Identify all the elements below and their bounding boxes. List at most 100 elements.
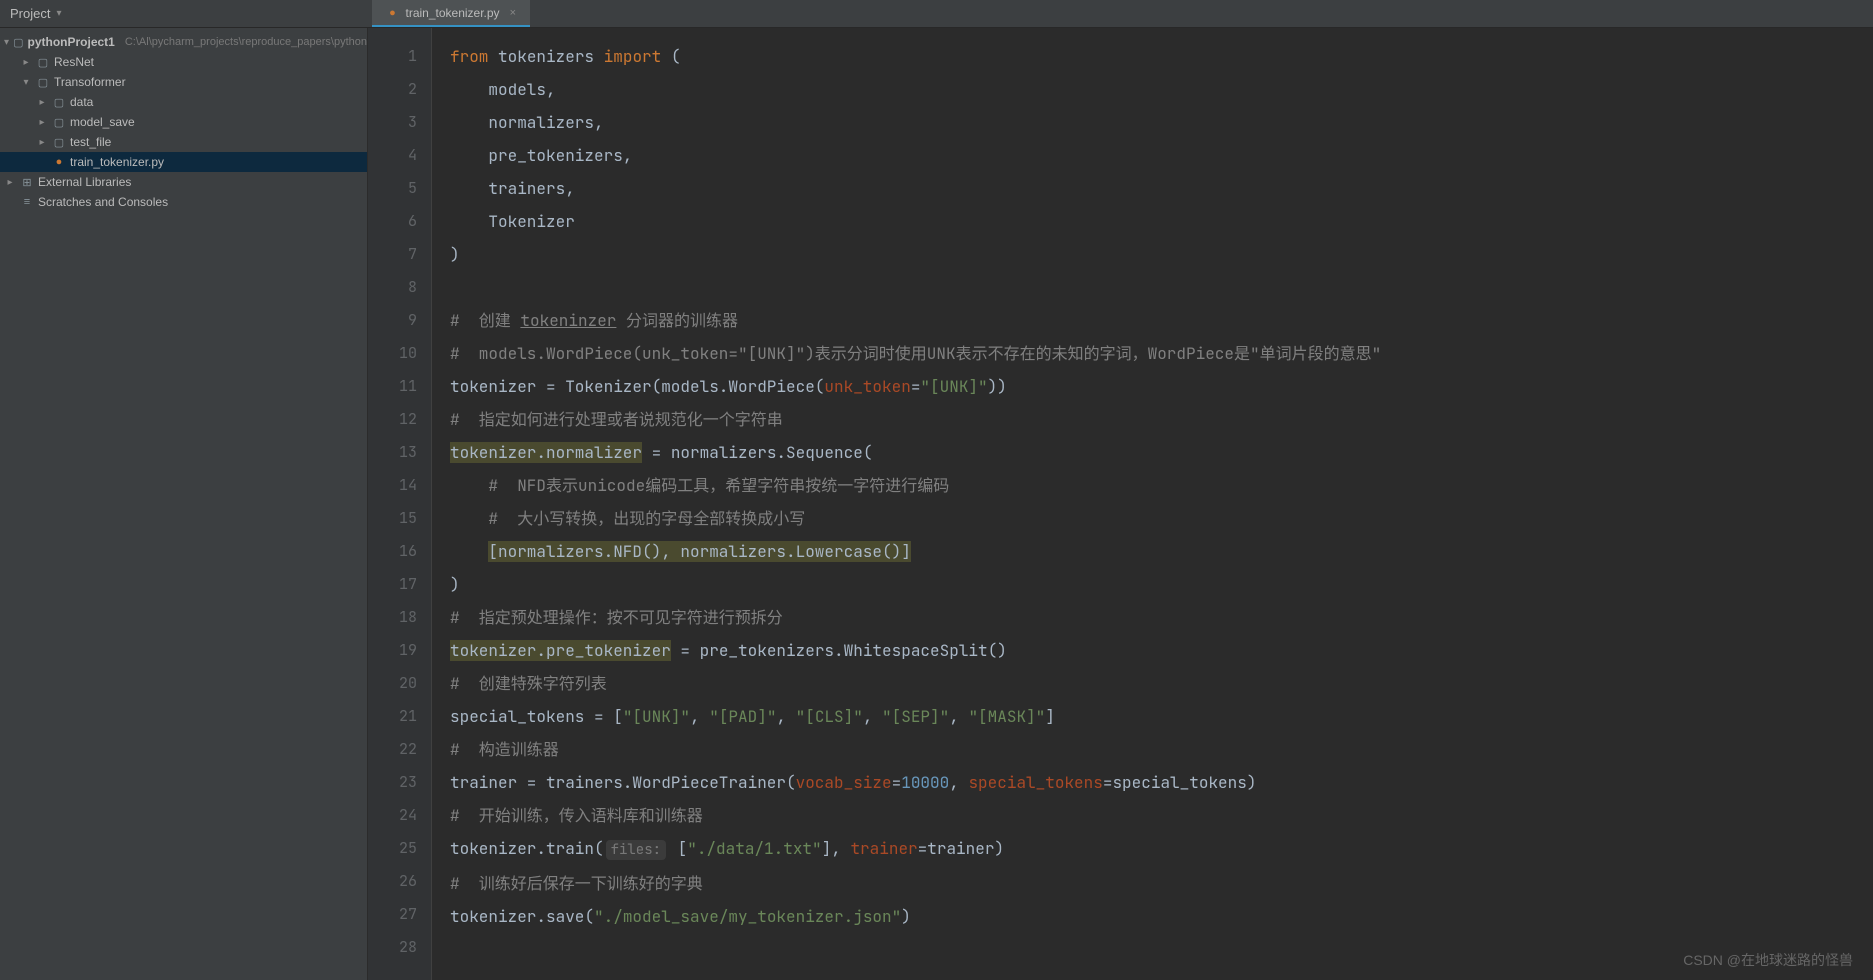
code-line: tokenizer.train(files: ["./data/1.txt"],… (450, 832, 1873, 867)
folder-icon: ▢ (36, 55, 50, 69)
code-line: tokenizer.pre_tokenizer = pre_tokenizers… (450, 634, 1873, 667)
gutter: 1 2 3 4 5 6 7 8 9 10 11 12 13 14 15 16 1… (368, 28, 432, 980)
tree-item-data[interactable]: ▢ data (0, 92, 367, 112)
code-line (450, 271, 1873, 304)
close-icon[interactable]: × (510, 7, 516, 19)
code-line: # 指定如何进行处理或者说规范化一个字符串 (450, 403, 1873, 436)
code-content[interactable]: from tokenizers import ( models, normali… (432, 28, 1873, 980)
tab-filename: train_tokenizer.py (406, 6, 500, 20)
folder-icon: ▢ (52, 115, 66, 129)
code-line: tokenizer.save("./model_save/my_tokenize… (450, 900, 1873, 933)
main: ▢ pythonProject1 C:\Al\pycharm_projects\… (0, 28, 1873, 980)
tree-root[interactable]: ▢ pythonProject1 C:\Al\pycharm_projects\… (0, 32, 367, 52)
chevron-right-icon[interactable] (20, 57, 32, 68)
tree-label: ResNet (54, 55, 94, 69)
line-number: 3 (368, 106, 417, 139)
folder-icon: ▢ (36, 75, 50, 89)
code-line: models, (450, 73, 1873, 106)
chevron-right-icon[interactable] (36, 117, 48, 128)
line-number: 20 (368, 667, 417, 700)
line-number: 28 (368, 931, 417, 964)
line-number: 7 (368, 238, 417, 271)
code-line: # 大小写转换，出现的字母全部转换成小写 (450, 502, 1873, 535)
chevron-down-icon[interactable] (4, 37, 9, 48)
tree-item-model-save[interactable]: ▢ model_save (0, 112, 367, 132)
line-number: 21 (368, 700, 417, 733)
line-number: 8 (368, 271, 417, 304)
code-line: # 开始训练，传入语料库和训练器 (450, 799, 1873, 832)
tree-label: model_save (70, 115, 135, 129)
code-line: ) (450, 568, 1873, 601)
line-number: 16 (368, 535, 417, 568)
library-icon: ⊞ (20, 175, 34, 189)
project-label-text: Project (10, 6, 50, 21)
project-tree: ▢ pythonProject1 C:\Al\pycharm_projects\… (0, 28, 368, 980)
line-number: 14 (368, 469, 417, 502)
tree-item-scratches[interactable]: ≡ Scratches and Consoles (0, 192, 367, 212)
tree-item-transformer[interactable]: ▢ Transoformer (0, 72, 367, 92)
line-number: 19 (368, 634, 417, 667)
chevron-down-icon: ▾ (56, 8, 61, 19)
code-line: tokenizer.normalizer = normalizers.Seque… (450, 436, 1873, 469)
line-number: 11 (368, 370, 417, 403)
tree-item-test-file[interactable]: ▢ test_file (0, 132, 367, 152)
project-tool-label[interactable]: Project ▾ (0, 6, 72, 21)
line-number: 23 (368, 766, 417, 799)
chevron-right-icon[interactable] (4, 177, 16, 188)
line-number: 25 (368, 832, 417, 865)
code-line: tokenizer = Tokenizer(models.WordPiece(u… (450, 370, 1873, 403)
code-line: # 指定预处理操作：按不可见字符进行预拆分 (450, 601, 1873, 634)
line-number: 5 (368, 172, 417, 205)
tree-label: train_tokenizer.py (70, 155, 164, 169)
line-number: 6 (368, 205, 417, 238)
folder-icon: ▢ (13, 35, 23, 49)
code-line: Tokenizer (450, 205, 1873, 238)
code-line: ) (450, 238, 1873, 271)
tree-label: External Libraries (38, 175, 131, 189)
code-line: from tokenizers import ( (450, 40, 1873, 73)
tree-label: Transoformer (54, 75, 126, 89)
python-file-icon: ● (52, 155, 66, 169)
tree-path: C:\Al\pycharm_projects\reproduce_papers\… (125, 36, 367, 48)
tree-label: test_file (70, 135, 111, 149)
folder-icon: ▢ (52, 135, 66, 149)
line-number: 22 (368, 733, 417, 766)
tree-item-resnet[interactable]: ▢ ResNet (0, 52, 367, 72)
line-number: 2 (368, 73, 417, 106)
tree-label: data (70, 95, 93, 109)
code-line: # 构造训练器 (450, 733, 1873, 766)
code-line: special_tokens = ["[UNK]", "[PAD]", "[CL… (450, 700, 1873, 733)
toolbar: Project ▾ ● train_tokenizer.py × (0, 0, 1873, 28)
python-file-icon: ● (386, 6, 400, 20)
watermark: CSDN @在地球迷路的怪兽 (1683, 950, 1853, 970)
folder-icon: ▢ (52, 95, 66, 109)
code-line: # 创建特殊字符列表 (450, 667, 1873, 700)
code-editor[interactable]: 1 2 3 4 5 6 7 8 9 10 11 12 13 14 15 16 1… (368, 28, 1873, 980)
chevron-down-icon[interactable] (20, 77, 32, 88)
code-line: pre_tokenizers, (450, 139, 1873, 172)
code-line: normalizers, (450, 106, 1873, 139)
tree-label: Scratches and Consoles (38, 195, 168, 209)
scratch-icon: ≡ (20, 195, 34, 209)
line-number: 17 (368, 568, 417, 601)
line-number: 18 (368, 601, 417, 634)
tree-item-train-tokenizer[interactable]: ● train_tokenizer.py (0, 152, 367, 172)
code-line: [normalizers.NFD(), normalizers.Lowercas… (450, 535, 1873, 568)
code-line: # models.WordPiece(unk_token="[UNK]")表示分… (450, 337, 1873, 370)
code-line (450, 933, 1873, 966)
code-line: trainers, (450, 172, 1873, 205)
tab-train-tokenizer[interactable]: ● train_tokenizer.py × (372, 0, 531, 27)
line-number: 10 (368, 337, 417, 370)
chevron-right-icon[interactable] (36, 137, 48, 148)
line-number: 27 (368, 898, 417, 931)
line-number: 13 (368, 436, 417, 469)
parameter-hint: files: (606, 840, 666, 860)
line-number: 15 (368, 502, 417, 535)
line-number: 12 (368, 403, 417, 436)
code-line: # 训练好后保存一下训练好的字典 (450, 867, 1873, 900)
editor-tabs: ● train_tokenizer.py × (372, 0, 531, 27)
chevron-right-icon[interactable] (36, 97, 48, 108)
line-number: 9 (368, 304, 417, 337)
tree-item-external-libs[interactable]: ⊞ External Libraries (0, 172, 367, 192)
code-line: # NFD表示unicode编码工具，希望字符串按统一字符进行编码 (450, 469, 1873, 502)
